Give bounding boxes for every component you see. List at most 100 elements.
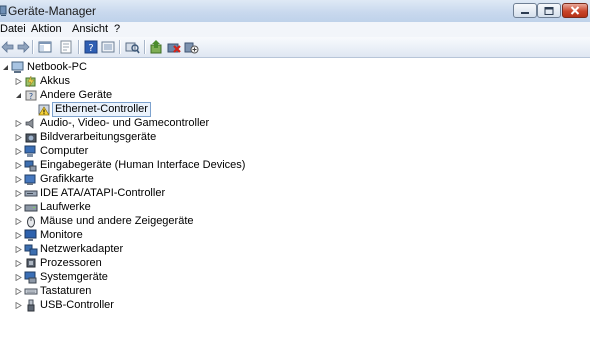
title-bar: Geräte-Manager (0, 0, 590, 23)
menu-datei[interactable]: Datei (0, 23, 26, 35)
show-hide-console-tree-icon[interactable] (37, 39, 53, 55)
toolbar-separator (32, 40, 34, 54)
device-tree: Netbook-PC Akkus ? Andere Geräte Etherne… (0, 58, 590, 337)
tree-node-laufwerke[interactable]: Laufwerke (0, 201, 120, 214)
tree-node-maeuse[interactable]: Mäuse und andere Zeigegeräte (0, 215, 194, 228)
tree-node-tastaturen[interactable]: Tastaturen (0, 285, 120, 298)
tree-node-label: Computer (40, 145, 89, 157)
mouse-icon (27, 216, 35, 228)
toolbar-separator (119, 40, 121, 54)
disk-drive-icon (24, 204, 38, 212)
collapsed-arrow-icon[interactable] (15, 78, 22, 85)
tree-node-label: Andere Geräte (40, 89, 113, 101)
minimize-button[interactable] (513, 3, 537, 18)
tree-node-bildverarbeitung[interactable]: Bildverarbeitungsgeräte (0, 131, 160, 144)
keyboard-icon (24, 288, 38, 295)
unknown-device-icon: ? (25, 90, 37, 101)
collapsed-arrow-icon[interactable] (15, 148, 22, 155)
expanded-arrow-icon[interactable] (2, 64, 9, 71)
monitor-icon (24, 229, 37, 241)
expanded-arrow-icon[interactable] (15, 92, 22, 99)
display-adapter-icon (24, 174, 36, 185)
collapsed-arrow-icon[interactable] (15, 260, 22, 267)
minimize-icon (521, 11, 529, 14)
menu-bar: Datei Aktion Ansicht ? (0, 22, 590, 37)
warning-device-icon (38, 104, 50, 116)
computer-icon (24, 145, 36, 157)
tree-node-label: IDE ATA/ATAPI-Controller (40, 187, 166, 199)
maximize-icon (544, 6, 554, 15)
tree-node-systemgeraete[interactable]: Systemgeräte (0, 271, 120, 284)
collapsed-arrow-icon[interactable] (15, 232, 22, 239)
battery-icon (25, 75, 36, 88)
forward-arrow-icon[interactable] (15, 39, 31, 55)
tree-node-ide-ata[interactable]: IDE ATA/ATAPI-Controller (0, 187, 170, 200)
tree-node-label: Grafikkarte (40, 173, 94, 185)
collapsed-arrow-icon[interactable] (15, 274, 22, 281)
collapsed-arrow-icon[interactable] (15, 162, 22, 169)
tree-node-ethernet-controller[interactable]: Ethernet-Controller (0, 102, 151, 117)
collapsed-arrow-icon[interactable] (15, 302, 22, 309)
system-devices-icon (24, 271, 37, 284)
ide-controller-icon (24, 190, 38, 197)
disable-device-icon[interactable] (183, 39, 199, 55)
tree-node-grafikkarte[interactable]: Grafikkarte (0, 173, 120, 186)
tree-node-prozessoren[interactable]: Prozessoren (0, 257, 120, 270)
toolbar-separator (78, 40, 80, 54)
properties-icon[interactable] (58, 39, 74, 55)
tree-node-label: Bildverarbeitungsgeräte (40, 131, 157, 143)
collapsed-arrow-icon[interactable] (15, 288, 22, 295)
tree-node-label: Systemgeräte (40, 271, 108, 283)
tree-node-eingabegeraete[interactable]: Eingabegeräte (Human Interface Devices) (0, 159, 245, 172)
collapsed-arrow-icon[interactable] (15, 176, 22, 183)
tree-node-label: Mäuse und andere Zeigegeräte (40, 215, 194, 227)
close-button[interactable] (562, 3, 588, 18)
tree-node-monitore[interactable]: Monitore (0, 229, 120, 242)
collapsed-arrow-icon[interactable] (15, 190, 22, 197)
svg-text:?: ? (29, 92, 33, 101)
toolbar-separator (144, 40, 146, 54)
tree-root-label: Netbook-PC (27, 61, 87, 73)
tree-node-label: Monitore (40, 229, 83, 241)
tree-node-label: Audio-, Video- und Gamecontroller (40, 117, 210, 129)
maximize-button[interactable] (537, 3, 561, 18)
tree-node-label: Laufwerke (40, 201, 91, 213)
tree-node-label: Eingabegeräte (Human Interface Devices) (40, 159, 246, 171)
tree-node-label: Akkus (40, 75, 70, 87)
tree-node-netzwerkadapter[interactable]: Netzwerkadapter (0, 243, 140, 256)
processor-icon (26, 258, 36, 268)
menu-ansicht[interactable]: Ansicht (72, 23, 108, 35)
help-icon[interactable]: ? (83, 39, 99, 55)
update-driver-icon[interactable] (149, 39, 165, 55)
window-title: Geräte-Manager (8, 4, 97, 18)
collapsed-arrow-icon[interactable] (15, 218, 22, 225)
close-icon (570, 6, 580, 15)
menu-aktion[interactable]: Aktion (31, 23, 62, 35)
tree-root[interactable]: Netbook-PC (0, 61, 120, 74)
scan-hardware-icon[interactable] (124, 39, 140, 55)
hid-icon (24, 160, 37, 172)
collapsed-arrow-icon[interactable] (15, 204, 22, 211)
back-arrow-icon[interactable] (0, 39, 16, 55)
network-adapter-icon (24, 244, 38, 256)
tree-node-label: Ethernet-Controller (52, 102, 151, 117)
collapsed-arrow-icon[interactable] (15, 120, 22, 127)
show-hidden-icon[interactable] (100, 39, 116, 55)
collapsed-arrow-icon[interactable] (15, 134, 22, 141)
tree-node-audio-video[interactable]: Audio-, Video- und Gamecontroller (0, 117, 209, 130)
camera-icon (25, 133, 37, 143)
menu-help[interactable]: ? (114, 23, 120, 35)
tree-node-label: Tastaturen (40, 285, 92, 297)
svg-text:?: ? (88, 43, 93, 54)
tree-node-label: Prozessoren (40, 257, 102, 269)
collapsed-arrow-icon[interactable] (15, 246, 22, 253)
tree-node-akkus[interactable]: Akkus (0, 75, 120, 88)
uninstall-icon[interactable] (166, 39, 182, 55)
toolbar: ? (0, 37, 590, 58)
tree-node-label: Netzwerkadapter (40, 243, 124, 255)
usb-icon (27, 299, 35, 312)
tree-node-usb-controller[interactable]: USB-Controller (0, 299, 120, 312)
computer-root-icon (11, 61, 24, 73)
tree-node-computer[interactable]: Computer (0, 145, 120, 158)
tree-node-andere-geraete[interactable]: ? Andere Geräte (0, 89, 130, 102)
